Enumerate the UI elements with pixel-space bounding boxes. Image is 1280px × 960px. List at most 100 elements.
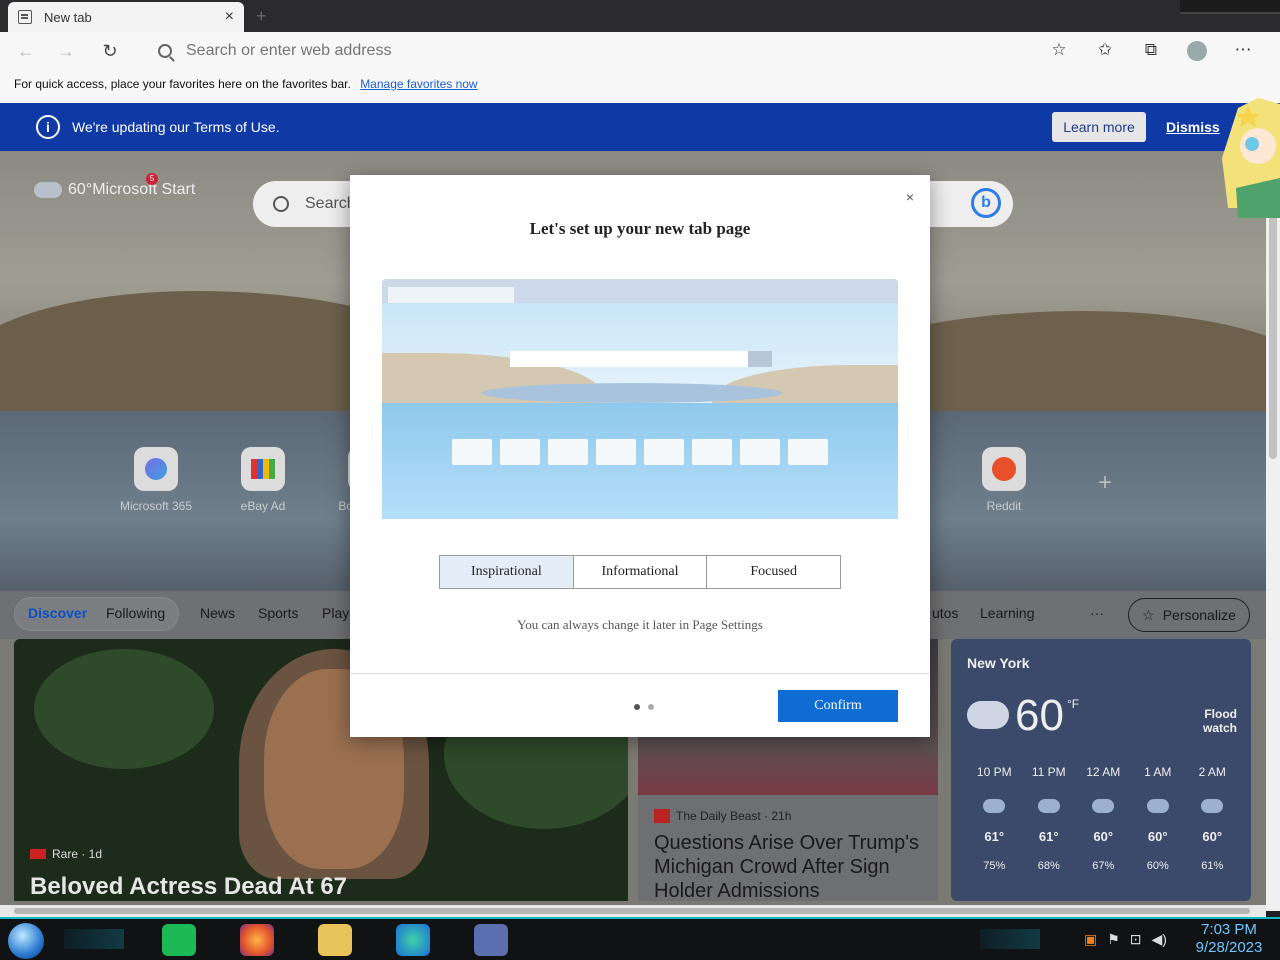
flag-icon[interactable]: ⚑ [1107, 931, 1120, 948]
tile-label: Reddit [986, 499, 1022, 513]
hour-precip: 68% [1037, 860, 1060, 872]
option-inspirational[interactable]: Inspirational [440, 556, 574, 588]
card-title[interactable]: Questions Arise Over Trump's Michigan Cr… [654, 831, 929, 903]
bing-chat-icon[interactable]: b [971, 188, 1001, 218]
hour-time: 12 AM [1086, 765, 1121, 779]
refresh-button[interactable]: ↻ [96, 41, 124, 62]
address-bar[interactable] [146, 36, 1096, 66]
hour-time: 11 PM [1031, 765, 1066, 779]
taskbar-decoration [64, 929, 124, 949]
hour-time: 10 PM [976, 765, 1012, 779]
avatar [1187, 40, 1207, 61]
profile-button[interactable] [1174, 40, 1220, 61]
hour-time: 1 AM [1144, 765, 1172, 779]
tile-reddit[interactable]: Reddit [964, 447, 1044, 513]
brand-text[interactable]: 60°Microsoft Start [68, 181, 195, 199]
preview-tile [692, 439, 732, 465]
rain-cloud-icon [967, 701, 1009, 729]
search-icon [273, 196, 289, 212]
window-controls[interactable] [1180, 0, 1280, 14]
tile-ebay[interactable]: eBay Ad [223, 447, 303, 513]
add-favorite-icon[interactable]: ☆ [1036, 40, 1082, 61]
clock-time: 7:03 PM [1201, 921, 1257, 938]
option-informational[interactable]: Informational [573, 556, 708, 588]
weather-temp: 60 [1015, 691, 1064, 740]
layout-preview-image [382, 279, 898, 519]
address-input[interactable] [186, 42, 886, 60]
notification-badge: 5 [146, 173, 158, 185]
preview-tile [500, 439, 540, 465]
back-button[interactable]: ← [12, 41, 40, 62]
source-text: The Daily Beast · 21h [676, 809, 792, 823]
manage-favorites-link[interactable]: Manage favorites now [360, 77, 477, 91]
weather-city[interactable]: New York [967, 655, 1030, 671]
favorites-icon[interactable]: ✩ [1082, 40, 1128, 61]
horizontal-scrollbar[interactable] [0, 905, 1266, 917]
start-button[interactable] [8, 923, 44, 959]
taskbar-decoration [980, 929, 1040, 949]
scrollbar-thumb[interactable] [14, 908, 1250, 914]
hour-item: 2 AM 60° 61% [1185, 765, 1240, 872]
tile-microsoft-365[interactable]: Microsoft 365 [116, 447, 196, 513]
preview-tile [740, 439, 780, 465]
tab-following[interactable]: Following [106, 605, 165, 621]
tab-news[interactable]: News [200, 605, 235, 621]
card-title[interactable]: Beloved Actress Dead At 67 [30, 873, 347, 901]
tab-discover[interactable]: Discover [28, 605, 87, 621]
hour-precip: 61% [1201, 860, 1224, 872]
confirm-button[interactable]: Confirm [778, 690, 898, 722]
new-tab-button[interactable]: + [256, 6, 267, 27]
app-window-icon[interactable] [474, 924, 508, 956]
edge-icon[interactable] [396, 924, 430, 956]
personalize-button[interactable]: ☆ Personalize [1128, 598, 1250, 632]
weather-card[interactable]: New York 60 °F Flood watch 10 PM 61° 75%… [951, 639, 1251, 901]
hour-precip: 75% [983, 860, 1006, 872]
more-tabs-icon[interactable]: ··· [1090, 605, 1104, 621]
add-tile-button[interactable]: + [1098, 469, 1112, 497]
brand-row: 60°Microsoft Start [34, 181, 195, 199]
collections-icon[interactable]: ⧉ [1128, 40, 1174, 61]
rain-icon [1037, 799, 1060, 813]
tab-sports[interactable]: Sports [258, 605, 298, 621]
clock-date: 9/28/2023 [1195, 939, 1263, 956]
weather-cloud-icon [34, 182, 62, 198]
favorites-bar-text: For quick access, place your favorites h… [14, 77, 351, 91]
preview-tab [388, 287, 514, 303]
preview-tiles [452, 439, 828, 465]
personalize-label: Personalize [1162, 607, 1236, 623]
network-icon[interactable]: ⊡ [1130, 931, 1142, 948]
forward-button[interactable]: → [52, 41, 80, 62]
clock[interactable]: 7:03 PM 9/28/2023 [1184, 921, 1274, 957]
weather-unit: °F [1067, 697, 1080, 711]
tab-new-tab[interactable]: New tab × [8, 2, 244, 32]
hour-item: 10 PM 61° 75% [967, 765, 1022, 872]
tab-learning[interactable]: Learning [980, 605, 1035, 621]
close-icon[interactable]: × [906, 189, 914, 205]
rain-icon [1201, 799, 1224, 813]
hourly-forecast: 10 PM 61° 75% 11 PM 61° 68% 12 AM 60° 67… [967, 765, 1247, 872]
spotify-icon[interactable] [162, 924, 196, 956]
tab-play[interactable]: Play [322, 605, 349, 621]
tray-app-icon[interactable]: ▣ [1084, 931, 1097, 948]
dialog-title: Let's set up your new tab page [529, 219, 751, 238]
dialog-hint: You can always change it later in Page S… [517, 617, 763, 632]
tab-close-icon[interactable]: × [225, 8, 234, 26]
firefox-icon[interactable] [240, 924, 274, 956]
hour-time: 2 AM [1198, 765, 1226, 779]
banner-text: We're updating our Terms of Use. [72, 119, 280, 135]
hour-temp: 61° [1038, 829, 1059, 844]
tab-autos[interactable]: utos [932, 605, 958, 621]
taskbar: ▣ ⚑ ⊡ ◀) 7:03 PM 9/28/2023 [0, 917, 1280, 960]
terms-banner: i We're updating our Terms of Use. Learn… [0, 103, 1280, 151]
desktop-mascot-image [1222, 98, 1280, 218]
personalize-icon: ☆ [1142, 606, 1155, 623]
learn-more-button[interactable]: Learn more [1052, 112, 1146, 142]
dismiss-link[interactable]: Dismiss [1166, 119, 1220, 135]
file-explorer-icon[interactable] [318, 924, 352, 956]
flood-watch-alert[interactable]: Flood watch [1173, 707, 1237, 735]
preview-tile [788, 439, 828, 465]
vertical-scrollbar[interactable] [1266, 151, 1280, 911]
settings-more-icon[interactable]: ⋯ [1220, 40, 1266, 61]
option-focused[interactable]: Focused [707, 556, 841, 588]
volume-icon[interactable]: ◀) [1152, 931, 1167, 948]
